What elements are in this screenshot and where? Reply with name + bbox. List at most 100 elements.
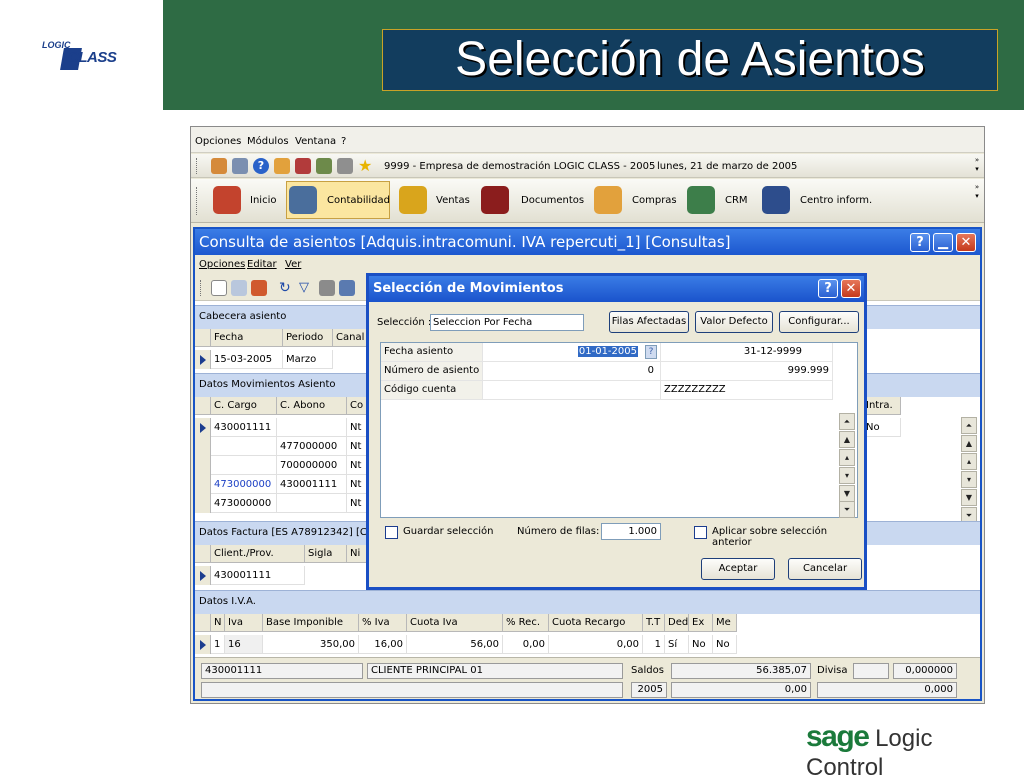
scroll-down-icon[interactable]: ▾ — [961, 471, 977, 488]
modules-overflow-icon[interactable]: » ▾ — [972, 183, 982, 203]
refresh-icon[interactable]: ↻ — [279, 280, 295, 296]
col-cargo[interactable]: C. Cargo — [211, 397, 277, 415]
inner-help-button[interactable]: ? — [910, 233, 930, 252]
col-fecha[interactable]: Fecha — [211, 329, 283, 347]
iva-ex[interactable]: No — [689, 635, 713, 654]
inner-close-button[interactable]: ✕ — [956, 233, 976, 252]
col-abono[interactable]: C. Abono — [277, 397, 347, 415]
edit-doc-icon[interactable] — [231, 280, 247, 296]
fecha-desde-value[interactable]: 01-01-2005 — [577, 346, 638, 357]
row-selector[interactable] — [195, 418, 211, 437]
dialog-help-button[interactable]: ? — [818, 279, 838, 298]
col-pct-iva[interactable]: % Iva — [359, 614, 407, 632]
iva-iva[interactable]: 16 — [225, 635, 263, 654]
num-filas-input[interactable]: 1.000 — [601, 523, 661, 540]
iva-pct[interactable]: 16,00 — [359, 635, 407, 654]
cabecera-fecha[interactable]: 15-03-2005 — [211, 350, 283, 369]
mov-cargo[interactable] — [211, 437, 277, 456]
grid-scroll-page-up-icon[interactable]: ▲ — [839, 431, 855, 448]
star-icon[interactable]: ★ — [358, 158, 374, 174]
col-periodo[interactable]: Periodo — [283, 329, 333, 347]
clipboard-icon[interactable] — [295, 158, 311, 174]
aceptar-button[interactable]: Aceptar — [701, 558, 775, 580]
toolbar-grip[interactable] — [196, 158, 199, 174]
module-contabilidad[interactable]: Contabilidad — [327, 195, 390, 206]
info-center-icon[interactable] — [762, 186, 790, 214]
lookup-icon[interactable]: ? — [645, 345, 657, 359]
col-ex[interactable]: Ex — [689, 614, 713, 632]
module-ventas[interactable]: Ventas — [436, 195, 470, 206]
home-icon[interactable] — [213, 186, 241, 214]
mov-intra[interactable]: No — [863, 418, 901, 437]
scroll-page-down-icon[interactable]: ▼ — [961, 489, 977, 506]
search-doc-icon[interactable] — [316, 158, 332, 174]
col-tt[interactable]: T.T — [643, 614, 665, 632]
criteria-to[interactable]: 999.999 — [661, 362, 833, 381]
iva-cuota-recargo[interactable]: 0,00 — [549, 635, 643, 654]
grid-scroll-last-icon[interactable]: ⏷ — [839, 501, 855, 518]
dialog-close-button[interactable]: ✕ — [841, 279, 861, 298]
mov-abono[interactable]: 477000000 — [277, 437, 347, 456]
menu-opciones[interactable]: Opciones — [195, 136, 241, 147]
guardar-seleccion-checkbox[interactable] — [385, 526, 398, 539]
delete-doc-icon[interactable] — [251, 280, 267, 296]
col-n[interactable]: N — [211, 614, 225, 632]
filter-icon[interactable]: ▽ — [299, 280, 315, 296]
inner-toolbar-grip[interactable] — [200, 280, 203, 296]
mov-cargo[interactable]: 430001111 — [211, 418, 277, 437]
scales-icon[interactable] — [289, 186, 317, 214]
coins-icon[interactable] — [399, 186, 427, 214]
iva-cuota[interactable]: 56,00 — [407, 635, 503, 654]
inner-menu-editar[interactable]: Editar — [247, 259, 277, 270]
criteria-from[interactable] — [483, 381, 661, 400]
valor-defecto-button[interactable]: Valor Defecto — [695, 311, 773, 333]
module-inicio[interactable]: Inicio — [250, 195, 276, 206]
col-intra[interactable]: Intra. — [863, 397, 901, 415]
search-filter-icon[interactable] — [319, 280, 335, 296]
inner-menu-ver[interactable]: Ver — [285, 259, 301, 270]
mov-cargo[interactable]: 473000000 — [211, 475, 277, 494]
row-selector[interactable] — [195, 456, 211, 475]
toolbar-overflow-icon[interactable]: » ▾ — [972, 156, 982, 176]
grid-scroll-down-icon[interactable]: ▾ — [839, 467, 855, 484]
cancelar-button[interactable]: Cancelar — [788, 558, 862, 580]
iva-n[interactable]: 1 — [211, 635, 225, 654]
list-icon[interactable] — [232, 158, 248, 174]
col-sigla[interactable]: Sigla — [305, 545, 347, 563]
mov-abono[interactable]: 430001111 — [277, 475, 347, 494]
col-ded[interactable]: Ded — [665, 614, 689, 632]
calculator-icon[interactable] — [337, 158, 353, 174]
help-icon[interactable]: ? — [253, 158, 269, 174]
criteria-from[interactable]: 0 — [483, 362, 661, 381]
seleccion-select[interactable]: Seleccion Por Fecha — [430, 314, 584, 331]
filter-clear-icon[interactable] — [339, 280, 355, 296]
iva-me[interactable]: No — [713, 635, 737, 654]
criteria-to[interactable]: 31-12-9999 — [661, 343, 833, 362]
scroll-first-icon[interactable]: ⏶ — [961, 417, 977, 434]
grid-scroll-up-icon[interactable]: ▴ — [839, 449, 855, 466]
configurar-button[interactable]: Configurar... — [779, 311, 859, 333]
col-base-imponible[interactable]: Base Imponible — [263, 614, 359, 632]
binders-icon[interactable] — [481, 186, 509, 214]
module-crm[interactable]: CRM — [725, 195, 748, 206]
new-doc-icon[interactable] — [211, 280, 227, 296]
criteria-from[interactable]: 01-01-2005 — [483, 343, 661, 362]
mov-abono[interactable]: 700000000 — [277, 456, 347, 475]
inner-minimize-button[interactable]: ▁ — [933, 233, 953, 252]
box-icon[interactable] — [594, 186, 622, 214]
row-selector[interactable] — [195, 350, 211, 369]
scroll-up-icon[interactable]: ▴ — [961, 453, 977, 470]
module-compras[interactable]: Compras — [632, 195, 677, 206]
mov-abono[interactable] — [277, 418, 347, 437]
mov-abono[interactable] — [277, 494, 347, 513]
col-cuota-iva[interactable]: Cuota Iva — [407, 614, 503, 632]
col-pct-rec[interactable]: % Rec. — [503, 614, 549, 632]
col-cliente[interactable]: Client./Prov. — [211, 545, 305, 563]
iva-tt[interactable]: 1 — [643, 635, 665, 654]
iva-ded[interactable]: Sí — [665, 635, 689, 654]
mov-cargo[interactable]: 473000000 — [211, 494, 277, 513]
row-selector[interactable] — [195, 475, 211, 494]
row-selector[interactable] — [195, 437, 211, 456]
grid-scroll-page-down-icon[interactable]: ▼ — [839, 485, 855, 502]
modules-grip[interactable] — [196, 187, 199, 215]
